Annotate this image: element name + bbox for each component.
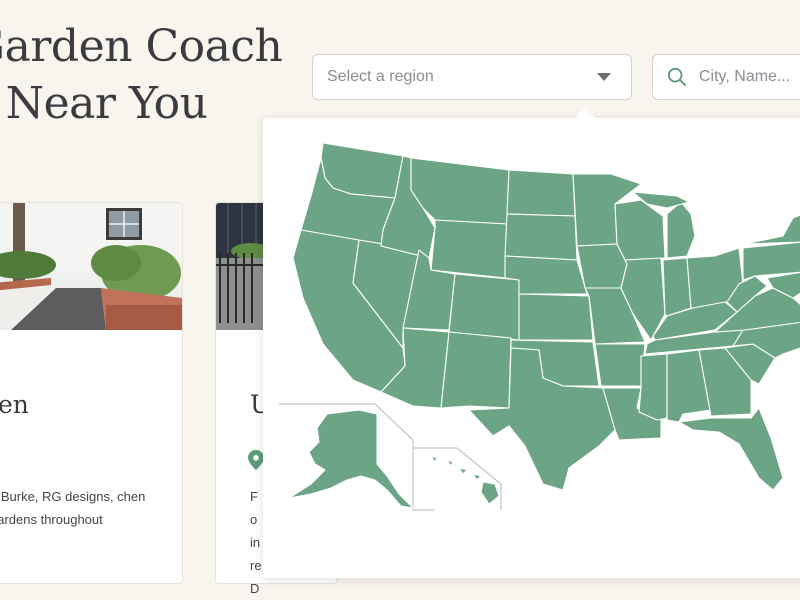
state-colorado[interactable] — [448, 273, 522, 341]
page-title-line-2: s Near You — [0, 78, 208, 129]
region-select[interactable]: Select a region — [312, 54, 632, 100]
state-iowa[interactable] — [576, 243, 628, 289]
state-alaska[interactable] — [288, 409, 414, 509]
state-kansas[interactable] — [518, 293, 594, 341]
location-pin-icon — [248, 450, 264, 470]
region-select-placeholder: Select a region — [327, 68, 434, 85]
us-map — [279, 142, 800, 511]
search-box[interactable] — [652, 54, 800, 100]
coach-description-fragment: Fo in re D — [250, 489, 262, 596]
page-title-line-1: Garden Coach — [0, 21, 283, 72]
state-florida[interactable] — [678, 407, 784, 491]
coach-description: e Burke, RG designs, chen gardens throug… — [0, 489, 146, 527]
region-map-popover — [263, 108, 800, 578]
state-arkansas[interactable] — [594, 343, 646, 387]
garden-photo — [0, 203, 182, 330]
state-wisconsin[interactable] — [614, 199, 666, 261]
state-new-mexico[interactable] — [440, 331, 512, 409]
search-icon — [667, 67, 687, 87]
state-mississippi[interactable] — [638, 353, 668, 421]
state-hawaii[interactable] — [430, 455, 500, 505]
state-michigan[interactable] — [666, 201, 696, 259]
popover-arrow — [575, 108, 595, 118]
coach-name: rden — [0, 390, 29, 419]
state-indiana[interactable] — [662, 257, 692, 317]
state-south-dakota[interactable] — [504, 213, 578, 261]
state-north-dakota[interactable] — [506, 169, 576, 217]
state-wyoming[interactable] — [430, 219, 508, 279]
page-title: Garden Coach s Near You — [0, 18, 283, 132]
caret-down-icon — [597, 73, 611, 81]
search-input[interactable] — [697, 67, 800, 87]
